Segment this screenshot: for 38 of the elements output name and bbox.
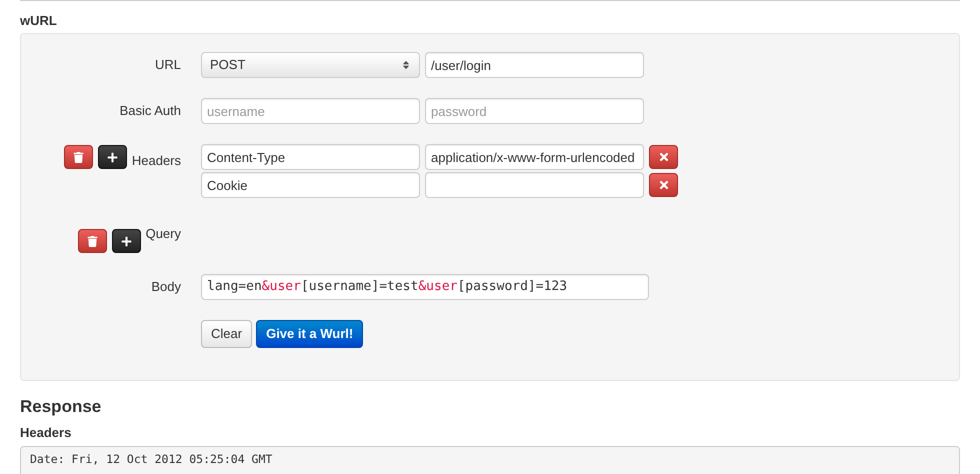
add-button[interactable] xyxy=(112,229,141,253)
body-text: lang=en xyxy=(207,279,262,294)
add-button[interactable] xyxy=(98,145,127,169)
header-name-field[interactable]: Content-Type xyxy=(201,144,420,170)
body-text: [password]=123 xyxy=(457,279,568,294)
field-label: Query xyxy=(146,225,181,243)
header-name-field[interactable]: Cookie xyxy=(201,172,420,198)
header-value-field[interactable] xyxy=(425,172,644,198)
remove-button[interactable] xyxy=(649,173,678,197)
delete-button[interactable] xyxy=(64,145,93,169)
header-line: Date: Fri, 12 Oct 2012 05:25:04 GMT xyxy=(30,452,274,466)
field-label: Basic Auth xyxy=(120,102,181,120)
header-value-field[interactable]: application/x-www-form-urlencoded xyxy=(425,144,644,170)
field-label: Headers xyxy=(132,153,181,168)
trash-icon xyxy=(72,152,84,162)
body-text: &user xyxy=(262,279,301,294)
field-label: Body xyxy=(151,278,181,296)
body-text: &user xyxy=(418,279,458,294)
body-text: [username]=test xyxy=(300,279,418,294)
response-title: Response xyxy=(20,397,102,417)
field-label: URL xyxy=(154,56,181,74)
section-title: wURL xyxy=(20,13,58,29)
remove-button[interactable] xyxy=(649,145,678,169)
sort-icon xyxy=(401,60,411,70)
close-icon xyxy=(658,179,670,191)
body-field[interactable]: lang=en&user[username]=test&user[password]=123 xyxy=(201,274,649,300)
plus-icon xyxy=(106,152,118,162)
clear-button[interactable]: Clear xyxy=(201,320,252,348)
plus-icon xyxy=(120,236,132,246)
url-field[interactable]: /user/login xyxy=(425,52,644,78)
headers-title: Headers xyxy=(20,425,72,441)
username-field[interactable]: username xyxy=(201,98,420,124)
method-select[interactable]: POST xyxy=(201,52,420,78)
submit-button[interactable]: Give it a Wurl! xyxy=(256,320,364,348)
password-field[interactable]: password xyxy=(425,98,644,124)
delete-button[interactable] xyxy=(78,229,107,253)
close-icon xyxy=(658,151,670,163)
trash-icon xyxy=(86,236,98,246)
